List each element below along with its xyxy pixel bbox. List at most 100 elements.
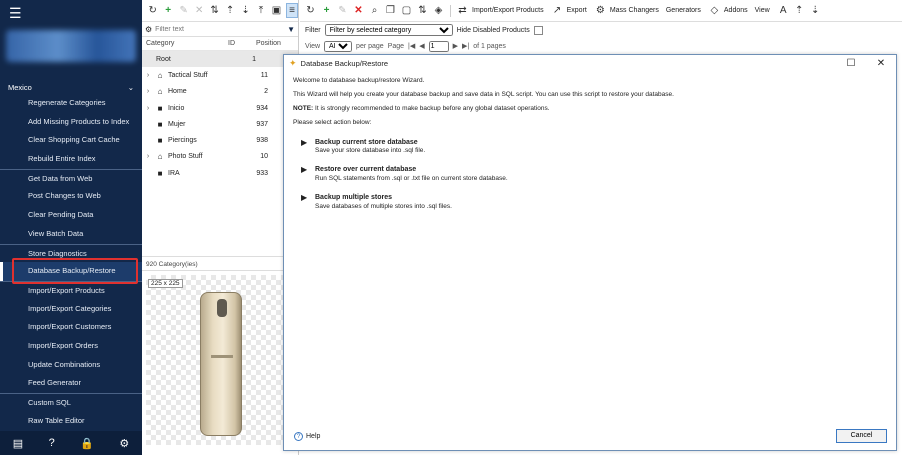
font-icon[interactable]: A bbox=[777, 4, 790, 17]
menu-item-feed-generator[interactable]: Feed Generator bbox=[0, 374, 142, 393]
menu-item-raw-table-editor[interactable]: Raw Table Editor bbox=[0, 412, 142, 431]
export-button[interactable]: Export bbox=[567, 7, 587, 14]
per-page-select[interactable]: ALL bbox=[324, 40, 353, 52]
first-page-icon[interactable]: |◀ bbox=[408, 42, 415, 50]
table-row[interactable]: Root 1 bbox=[142, 51, 298, 68]
delete-icon[interactable]: ✕ bbox=[193, 4, 204, 17]
funnel-icon[interactable]: ▼ bbox=[287, 25, 295, 34]
menu-item-rebuild-index[interactable]: Rebuild Entire Index bbox=[0, 150, 142, 169]
option-backup-current[interactable]: ▶ Backup current store database Save you… bbox=[301, 138, 887, 155]
expand-icon[interactable]: › bbox=[142, 105, 154, 112]
table-row[interactable]: › ⌂ Photo Stuff 10 bbox=[142, 149, 298, 165]
menu-item-post-changes[interactable]: Post Changes to Web bbox=[0, 187, 142, 206]
import-export-button[interactable]: Import/Export Products bbox=[472, 7, 544, 14]
product-image-preview: 225 x 225 bbox=[146, 275, 294, 445]
menu-item-regenerate-categories[interactable]: Regenerate Categories bbox=[0, 94, 142, 113]
folder-icon: ■ bbox=[157, 119, 163, 129]
image-icon[interactable]: ▣ bbox=[271, 4, 282, 17]
up-icon[interactable]: ⇡ bbox=[793, 4, 806, 17]
last-page-icon[interactable]: ▶| bbox=[462, 42, 469, 50]
table-row[interactable]: › ■ Inicio 934 bbox=[142, 100, 298, 116]
import-export-icon[interactable]: ⇄ bbox=[456, 4, 469, 17]
help-label: Help bbox=[306, 433, 321, 440]
refresh-icon[interactable]: ↻ bbox=[304, 4, 317, 17]
maximize-icon[interactable]: ☐ bbox=[836, 58, 866, 69]
menu-item-custom-sql[interactable]: Custom SQL bbox=[0, 393, 142, 412]
copy-icon[interactable]: ❐ bbox=[384, 4, 397, 17]
menu-item-get-data[interactable]: Get Data from Web bbox=[0, 168, 142, 188]
phone-image bbox=[200, 292, 242, 436]
store-icon[interactable]: ▤ bbox=[13, 437, 23, 450]
addons-icon[interactable]: ◇ bbox=[708, 4, 721, 17]
help-icon: ? bbox=[294, 432, 303, 441]
category-name: Piercings bbox=[168, 137, 197, 145]
mass-changers-button[interactable]: Mass Changers bbox=[610, 7, 659, 14]
store-selector[interactable]: Mexico ⌄ bbox=[0, 80, 142, 94]
menu-item-clear-cart-cache[interactable]: Clear Shopping Cart Cache bbox=[0, 131, 142, 150]
table-row[interactable]: ■ IRA 933 bbox=[142, 165, 298, 181]
collapse-icon[interactable]: ⤒ bbox=[255, 4, 266, 17]
move-down-icon[interactable]: ⇣ bbox=[240, 4, 251, 17]
view-button[interactable]: View bbox=[755, 7, 770, 14]
refresh-icon[interactable]: ↻ bbox=[147, 4, 158, 17]
next-page-icon[interactable]: ▶ bbox=[453, 42, 458, 50]
mass-changers-icon[interactable]: ⚙ bbox=[594, 4, 607, 17]
category-position: 2 bbox=[264, 88, 268, 96]
menu-item-view-batch[interactable]: View Batch Data bbox=[0, 225, 142, 244]
tag-icon[interactable]: ◈ bbox=[432, 4, 445, 17]
close-icon[interactable]: ✕ bbox=[866, 58, 896, 69]
col-id[interactable]: ID bbox=[228, 40, 256, 47]
help-icon[interactable]: ? bbox=[49, 437, 55, 449]
category-position: 937 bbox=[256, 120, 268, 128]
addons-button[interactable]: Addons bbox=[724, 7, 748, 14]
gear-icon[interactable]: ⚙ bbox=[119, 437, 129, 450]
menu-item-import-export-categories[interactable]: Import/Export Categories bbox=[0, 300, 142, 319]
move-up-icon[interactable]: ⇡ bbox=[224, 4, 235, 17]
add-icon[interactable]: + bbox=[320, 4, 333, 17]
lock-icon[interactable]: 🔒 bbox=[80, 437, 94, 450]
edit-icon[interactable]: ✎ bbox=[178, 4, 189, 17]
menu-item-clear-pending[interactable]: Clear Pending Data bbox=[0, 206, 142, 225]
export-icon[interactable]: ↗ bbox=[551, 4, 564, 17]
note-label: NOTE: bbox=[293, 105, 314, 113]
menu-item-import-export-customers[interactable]: Import/Export Customers bbox=[0, 318, 142, 337]
search-icon[interactable]: ⌕ bbox=[368, 4, 381, 17]
prev-page-icon[interactable]: ◀ bbox=[419, 42, 424, 50]
add-icon[interactable]: + bbox=[162, 4, 173, 17]
option-restore-current[interactable]: ▶ Restore over current database Run SQL … bbox=[301, 166, 887, 183]
table-row[interactable]: ■ Mujer 937 bbox=[142, 116, 298, 132]
edit-icon[interactable]: ✎ bbox=[336, 4, 349, 17]
down-icon[interactable]: ⇣ bbox=[809, 4, 822, 17]
expand-icon[interactable]: › bbox=[142, 88, 154, 95]
table-row[interactable]: › ⌂ Home 2 bbox=[142, 84, 298, 100]
move-icon[interactable]: ⇅ bbox=[209, 4, 220, 17]
hide-disabled-checkbox[interactable] bbox=[533, 25, 543, 35]
hamburger-menu-icon[interactable]: ☰ bbox=[9, 6, 22, 20]
option-title: Restore over current database bbox=[315, 166, 417, 174]
option-title: Backup current store database bbox=[315, 138, 418, 146]
move-icon[interactable]: ⇅ bbox=[416, 4, 429, 17]
delete-icon[interactable]: ✕ bbox=[352, 4, 365, 17]
option-backup-multiple[interactable]: ▶ Backup multiple stores Save databases … bbox=[301, 193, 887, 210]
table-row[interactable]: ■ Piercings 938 bbox=[142, 132, 298, 148]
products-toolbar: ↻ + ✎ ✕ ⌕ ❐ ▢ ⇅ ◈ ⇄ Import/Export Produc… bbox=[300, 0, 902, 22]
cancel-button[interactable]: Cancel bbox=[836, 429, 887, 443]
table-row[interactable]: › ⌂ Tactical Stuff 11 bbox=[142, 67, 298, 83]
category-filter-input[interactable] bbox=[155, 25, 266, 33]
paste-icon[interactable]: ▢ bbox=[400, 4, 413, 17]
filter-select[interactable]: Filter by selected category bbox=[324, 24, 453, 36]
menu-item-update-combinations[interactable]: Update Combinations bbox=[0, 356, 142, 375]
settings-icon[interactable]: ⚙ bbox=[145, 25, 152, 34]
expand-icon[interactable]: › bbox=[142, 153, 154, 160]
col-position[interactable]: Position bbox=[256, 40, 281, 47]
chevron-down-icon: ⌄ bbox=[127, 82, 134, 92]
generators-button[interactable]: Generators bbox=[666, 7, 701, 14]
page-input[interactable] bbox=[428, 40, 449, 52]
col-category[interactable]: Category bbox=[142, 40, 228, 47]
menu-item-import-export-orders[interactable]: Import/Export Orders bbox=[0, 337, 142, 356]
help-link[interactable]: ? Help bbox=[294, 432, 320, 441]
expand-icon[interactable]: › bbox=[142, 72, 154, 79]
dialog-content: Welcome to database backup/restore Wizar… bbox=[284, 71, 896, 220]
filter-toggle-icon[interactable]: ≡ bbox=[286, 3, 298, 18]
menu-item-add-missing-products[interactable]: Add Missing Products to Index bbox=[0, 113, 142, 132]
